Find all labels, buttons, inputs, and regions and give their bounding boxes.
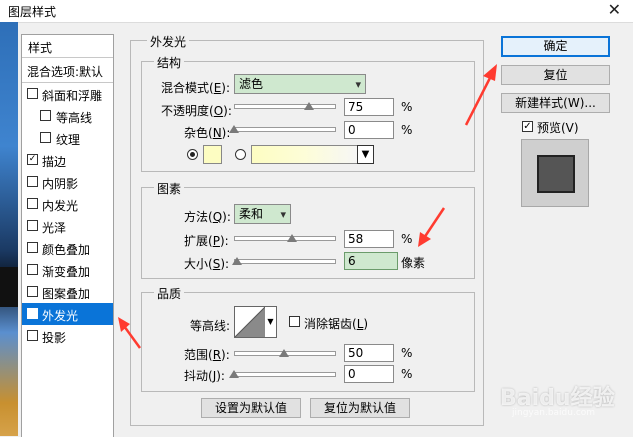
annotation-layer	[118, 64, 497, 349]
annotation-arrow-size	[418, 207, 446, 247]
annotation-arrow-outer-glow	[118, 317, 142, 349]
annotation-arrow-ok	[464, 64, 497, 126]
watermark-sub: jingyan.baidu.com	[512, 408, 596, 418]
